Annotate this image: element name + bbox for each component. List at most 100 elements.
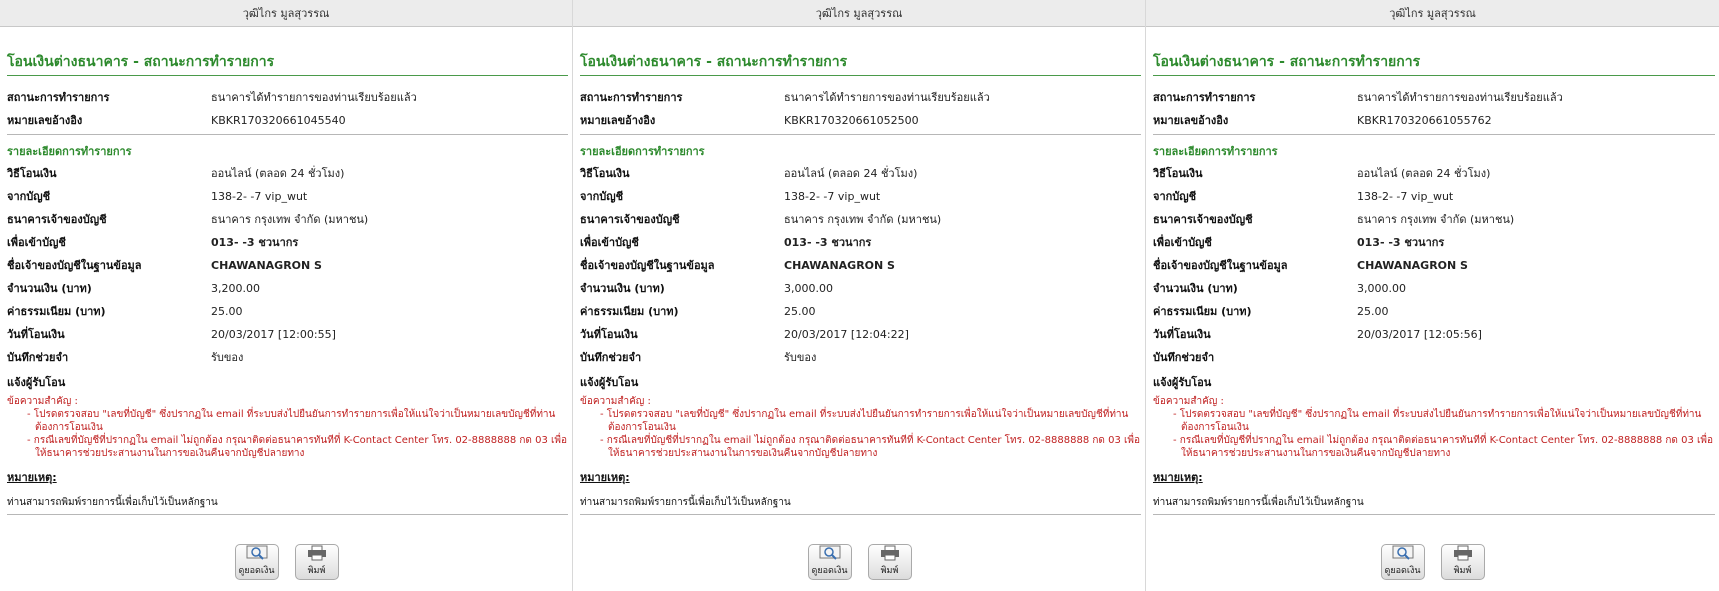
detail-value: 3,000.00 — [784, 282, 833, 295]
detail-label: บันทึกช่วยจำ — [7, 351, 69, 364]
detail-label: ธนาคารเจ้าของบัญชี — [580, 213, 680, 226]
detail-row: จากบัญชี 138-2- -7 vip_wut — [580, 185, 1145, 208]
detail-label: ค่าธรรมเนียม (บาท) — [7, 305, 106, 318]
detail-label: ธนาคารเจ้าของบัญชี — [1153, 213, 1253, 226]
important-notice: ข้อความสำคัญ : - โปรดตรวจสอบ "เลขที่บัญช… — [7, 395, 572, 460]
status-label: สถานะการทำรายการ — [7, 91, 110, 104]
print-label: พิมพ์ — [307, 566, 326, 576]
view-balance-button[interactable]: ดูยอดเงิน — [807, 544, 852, 580]
detail-row: วิธีโอนเงิน ออนไลน์ (ตลอด 24 ชั่วโมง) — [580, 162, 1145, 185]
magnifier-icon — [1392, 545, 1413, 560]
detail-row: ค่าธรรมเนียม (บาท) 25.00 — [7, 300, 572, 323]
detail-value: 25.00 — [784, 305, 816, 318]
magnifier-icon — [819, 545, 840, 560]
reference-label: หมายเลขอ้างอิง — [7, 114, 83, 127]
detail-value: ออนไลน์ (ตลอด 24 ชั่วโมง) — [211, 167, 345, 180]
important-item: - กรณีเลขที่บัญชีที่ปรากฏใน email ไม่ถูก… — [1173, 435, 1714, 459]
printer-icon — [307, 545, 326, 561]
detail-value: 25.00 — [211, 305, 243, 318]
print-button[interactable]: พิมพ์ — [867, 544, 912, 580]
note-text: ท่านสามารถพิมพ์รายการนี้เพื่อเก็บไว้เป็น… — [580, 497, 791, 508]
detail-value: ออนไลน์ (ตลอด 24 ชั่วโมง) — [1357, 167, 1491, 180]
reference-row: หมายเลขอ้างอิง KBKR170320661052500 — [580, 109, 1145, 132]
reference-value: KBKR170320661045540 — [211, 114, 346, 127]
detail-value: 138-2- -7 vip_wut — [211, 190, 308, 203]
status-label: สถานะการทำรายการ — [1153, 91, 1256, 104]
detail-row: เพื่อเข้าบัญชี 013- -3 ชวนากร — [580, 231, 1145, 254]
status-label: สถานะการทำรายการ — [580, 91, 683, 104]
detail-row: ค่าธรรมเนียม (บาท) 25.00 — [580, 300, 1145, 323]
detail-value: รับของ — [211, 351, 244, 364]
detail-row: ธนาคารเจ้าของบัญชี ธนาคาร กรุงเทพ จำกัด (… — [7, 208, 572, 231]
detail-row: วันที่โอนเงิน 20/03/2017 [12:04:22] — [580, 323, 1145, 346]
detail-value: 013- -3 ชวนากร — [784, 236, 872, 249]
printer-icon — [1453, 545, 1472, 561]
detail-label: วิธีโอนเงิน — [7, 167, 57, 180]
detail-label: จำนวนเงิน (บาท) — [580, 282, 665, 295]
detail-row: วันที่โอนเงิน 20/03/2017 [12:00:55] — [7, 323, 572, 346]
important-title: ข้อความสำคัญ : — [7, 396, 78, 407]
important-notice: ข้อความสำคัญ : - โปรดตรวจสอบ "เลขที่บัญช… — [580, 395, 1145, 460]
detail-row: ค่าธรรมเนียม (บาท) 25.00 — [1153, 300, 1719, 323]
detail-row: เพื่อเข้าบัญชี 013- -3 ชวนากร — [1153, 231, 1719, 254]
detail-value: 20/03/2017 [12:04:22] — [784, 328, 909, 341]
notify-recipient-label: แจ้งผู้รับโอน — [1153, 376, 1212, 389]
detail-row: ธนาคารเจ้าของบัญชี ธนาคาร กรุงเทพ จำกัด (… — [1153, 208, 1719, 231]
detail-row: เพื่อเข้าบัญชี 013- -3 ชวนากร — [7, 231, 572, 254]
print-label: พิมพ์ — [1453, 566, 1472, 576]
note-title: หมายเหตุ: — [1153, 471, 1203, 484]
detail-row: บันทึกช่วยจำ รับของ — [7, 346, 572, 369]
detail-row: ธนาคารเจ้าของบัญชี ธนาคาร กรุงเทพ จำกัด (… — [580, 208, 1145, 231]
detail-label: จำนวนเงิน (บาท) — [7, 282, 92, 295]
detail-label: เพื่อเข้าบัญชี — [580, 236, 639, 249]
detail-value: รับของ — [784, 351, 817, 364]
detail-label: วิธีโอนเงิน — [580, 167, 630, 180]
print-button[interactable]: พิมพ์ — [294, 544, 339, 580]
detail-row: วิธีโอนเงิน ออนไลน์ (ตลอด 24 ชั่วโมง) — [7, 162, 572, 185]
important-item: - กรณีเลขที่บัญชีที่ปรากฏใน email ไม่ถูก… — [27, 435, 568, 459]
detail-row: จำนวนเงิน (บาท) 3,000.00 — [1153, 277, 1719, 300]
detail-value: CHAWANAGRON S — [1357, 259, 1468, 272]
reference-label: หมายเลขอ้างอิง — [1153, 114, 1229, 127]
print-button[interactable]: พิมพ์ — [1440, 544, 1485, 580]
status-row: สถานะการทำรายการ ธนาคารได้ทำรายการของท่าน… — [7, 86, 572, 109]
detail-value: CHAWANAGRON S — [784, 259, 895, 272]
detail-value: 3,000.00 — [1357, 282, 1406, 295]
print-label: พิมพ์ — [880, 566, 899, 576]
detail-value: 013- -3 ชวนากร — [1357, 236, 1445, 249]
detail-label: ค่าธรรมเนียม (บาท) — [1153, 305, 1252, 318]
receipt-panel-1: วุฒิไกร มูลสุวรรณ โอนเงินต่างธนาคาร - สถ… — [0, 0, 573, 591]
important-item: - โปรดตรวจสอบ "เลขที่บัญชี" ซึ่งปรากฏใน … — [27, 409, 556, 433]
view-balance-button[interactable]: ดูยอดเงิน — [1380, 544, 1425, 580]
page-title: โอนเงินต่างธนาคาร - สถานะการทำรายการ — [580, 54, 848, 70]
detail-value: ออนไลน์ (ตลอด 24 ชั่วโมง) — [784, 167, 918, 180]
detail-label: บันทึกช่วยจำ — [580, 351, 642, 364]
detail-value: ธนาคาร กรุงเทพ จำกัด (มหาชน) — [784, 213, 942, 226]
detail-row: จากบัญชี 138-2- -7 vip_wut — [7, 185, 572, 208]
notify-recipient-label: แจ้งผู้รับโอน — [580, 376, 639, 389]
reference-value: KBKR170320661052500 — [784, 114, 919, 127]
status-row: สถานะการทำรายการ ธนาคารได้ทำรายการของท่าน… — [1153, 86, 1719, 109]
action-buttons: ดูยอดเงิน พิมพ์ — [573, 544, 1146, 580]
detail-value: 20/03/2017 [12:05:56] — [1357, 328, 1482, 341]
user-name: วุฒิไกร มูลสุวรรณ — [242, 7, 330, 20]
status-row: สถานะการทำรายการ ธนาคารได้ทำรายการของท่าน… — [580, 86, 1145, 109]
action-buttons: ดูยอดเงิน พิมพ์ — [0, 544, 573, 580]
view-balance-button[interactable]: ดูยอดเงิน — [234, 544, 279, 580]
reference-value: KBKR170320661055762 — [1357, 114, 1492, 127]
status-value: ธนาคารได้ทำรายการของท่านเรียบร้อยแล้ว — [211, 91, 417, 104]
detail-value: 20/03/2017 [12:00:55] — [211, 328, 336, 341]
detail-value: 25.00 — [1357, 305, 1389, 318]
note-text: ท่านสามารถพิมพ์รายการนี้เพื่อเก็บไว้เป็น… — [1153, 497, 1364, 508]
action-buttons: ดูยอดเงิน พิมพ์ — [1146, 544, 1719, 580]
important-item: - โปรดตรวจสอบ "เลขที่บัญชี" ซึ่งปรากฏใน … — [600, 409, 1129, 433]
user-name: วุฒิไกร มูลสุวรรณ — [815, 7, 903, 20]
note-text: ท่านสามารถพิมพ์รายการนี้เพื่อเก็บไว้เป็น… — [7, 497, 218, 508]
detail-label: จากบัญชี — [1153, 190, 1197, 203]
page-title: โอนเงินต่างธนาคาร - สถานะการทำรายการ — [1153, 54, 1421, 70]
detail-row: จำนวนเงิน (บาท) 3,000.00 — [580, 277, 1145, 300]
user-name-bar: วุฒิไกร มูลสุวรรณ — [0, 0, 572, 27]
detail-label: จำนวนเงิน (บาท) — [1153, 282, 1238, 295]
detail-row: ชื่อเจ้าของบัญชีในฐานข้อมูล CHAWANAGRON S — [1153, 254, 1719, 277]
details-title: รายละเอียดการทำรายการ — [7, 145, 132, 158]
